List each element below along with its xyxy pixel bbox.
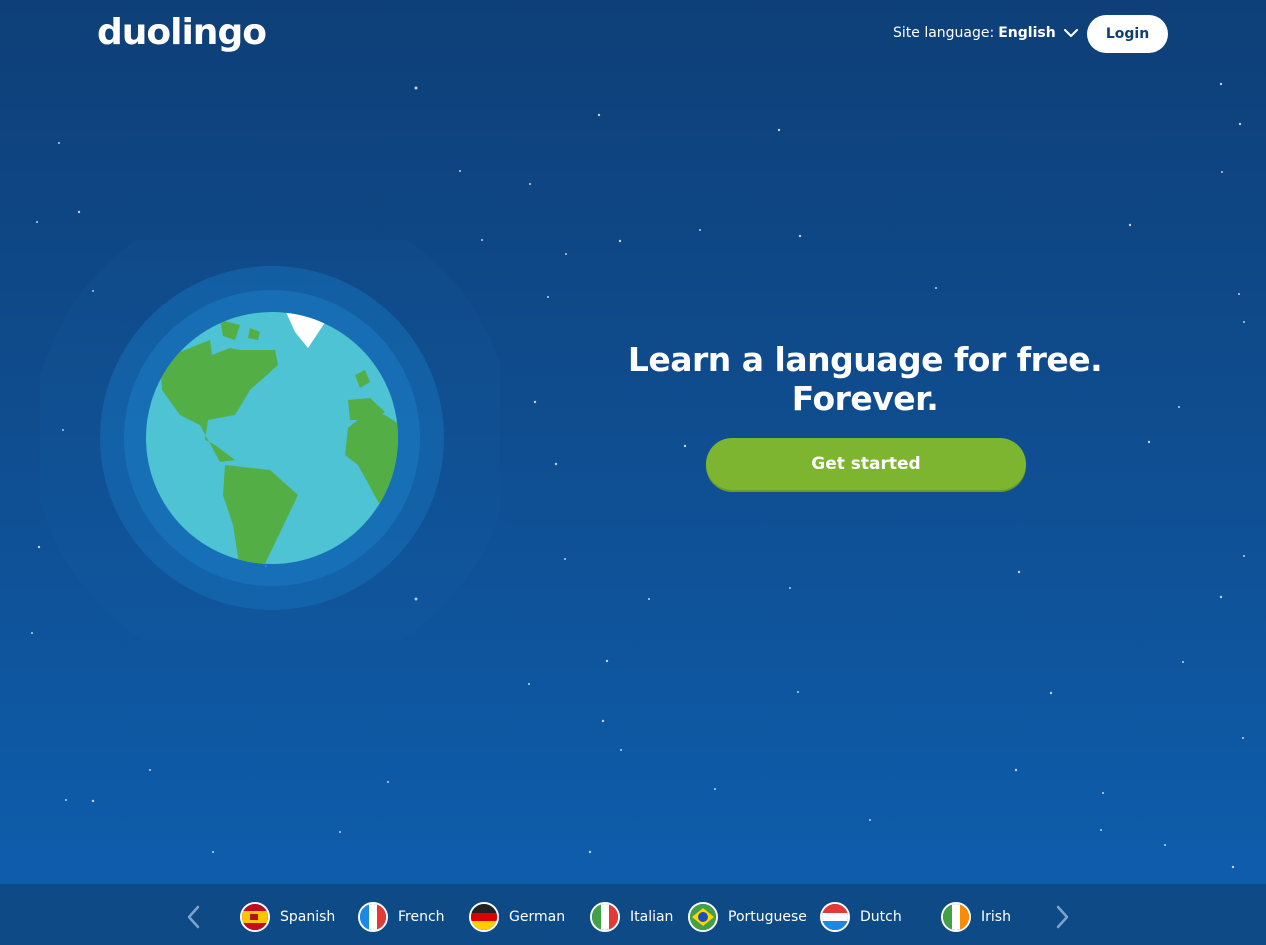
netherlands-flag-icon — [820, 902, 850, 932]
brazil-flag-icon — [688, 902, 718, 932]
hero-headline: Learn a language for free. Forever. — [627, 340, 1103, 418]
language-label: German — [509, 909, 566, 925]
germany-flag-icon — [469, 902, 499, 932]
login-button[interactable]: Login — [1087, 15, 1168, 53]
france-flag-icon — [358, 902, 388, 932]
language-label: French — [398, 909, 445, 925]
language-label: Dutch — [860, 909, 902, 925]
language-label: Spanish — [280, 909, 336, 925]
italy-flag-icon — [590, 902, 620, 932]
language-label: Portuguese — [728, 909, 807, 925]
language-item-portuguese[interactable]: Portuguese — [688, 900, 807, 934]
get-started-button[interactable]: Get started — [706, 438, 1026, 490]
language-label: Italian — [630, 909, 674, 925]
language-item-german[interactable]: German — [469, 900, 565, 934]
language-item-italian[interactable]: Italian — [590, 900, 673, 934]
language-label: Irish — [981, 909, 1011, 925]
site-language-selector[interactable]: Site language: English — [893, 25, 1078, 41]
page: duolingo Site language: English Login Le… — [0, 0, 1266, 945]
chevron-down-icon — [1063, 28, 1078, 37]
language-item-spanish[interactable]: Spanish — [240, 900, 335, 934]
chevron-left-icon[interactable] — [184, 905, 204, 929]
ireland-flag-icon — [941, 902, 971, 932]
duolingo-logo[interactable]: duolingo — [97, 12, 267, 53]
site-language-label: Site language: — [893, 25, 995, 41]
site-language-value: English — [998, 25, 1056, 41]
language-item-dutch[interactable]: Dutch — [820, 900, 902, 934]
earth-globe-illustration — [40, 240, 500, 640]
language-item-french[interactable]: French — [358, 900, 445, 934]
chevron-right-icon[interactable] — [1052, 905, 1072, 929]
language-item-irish[interactable]: Irish — [941, 900, 1011, 934]
spain-flag-icon — [240, 902, 270, 932]
